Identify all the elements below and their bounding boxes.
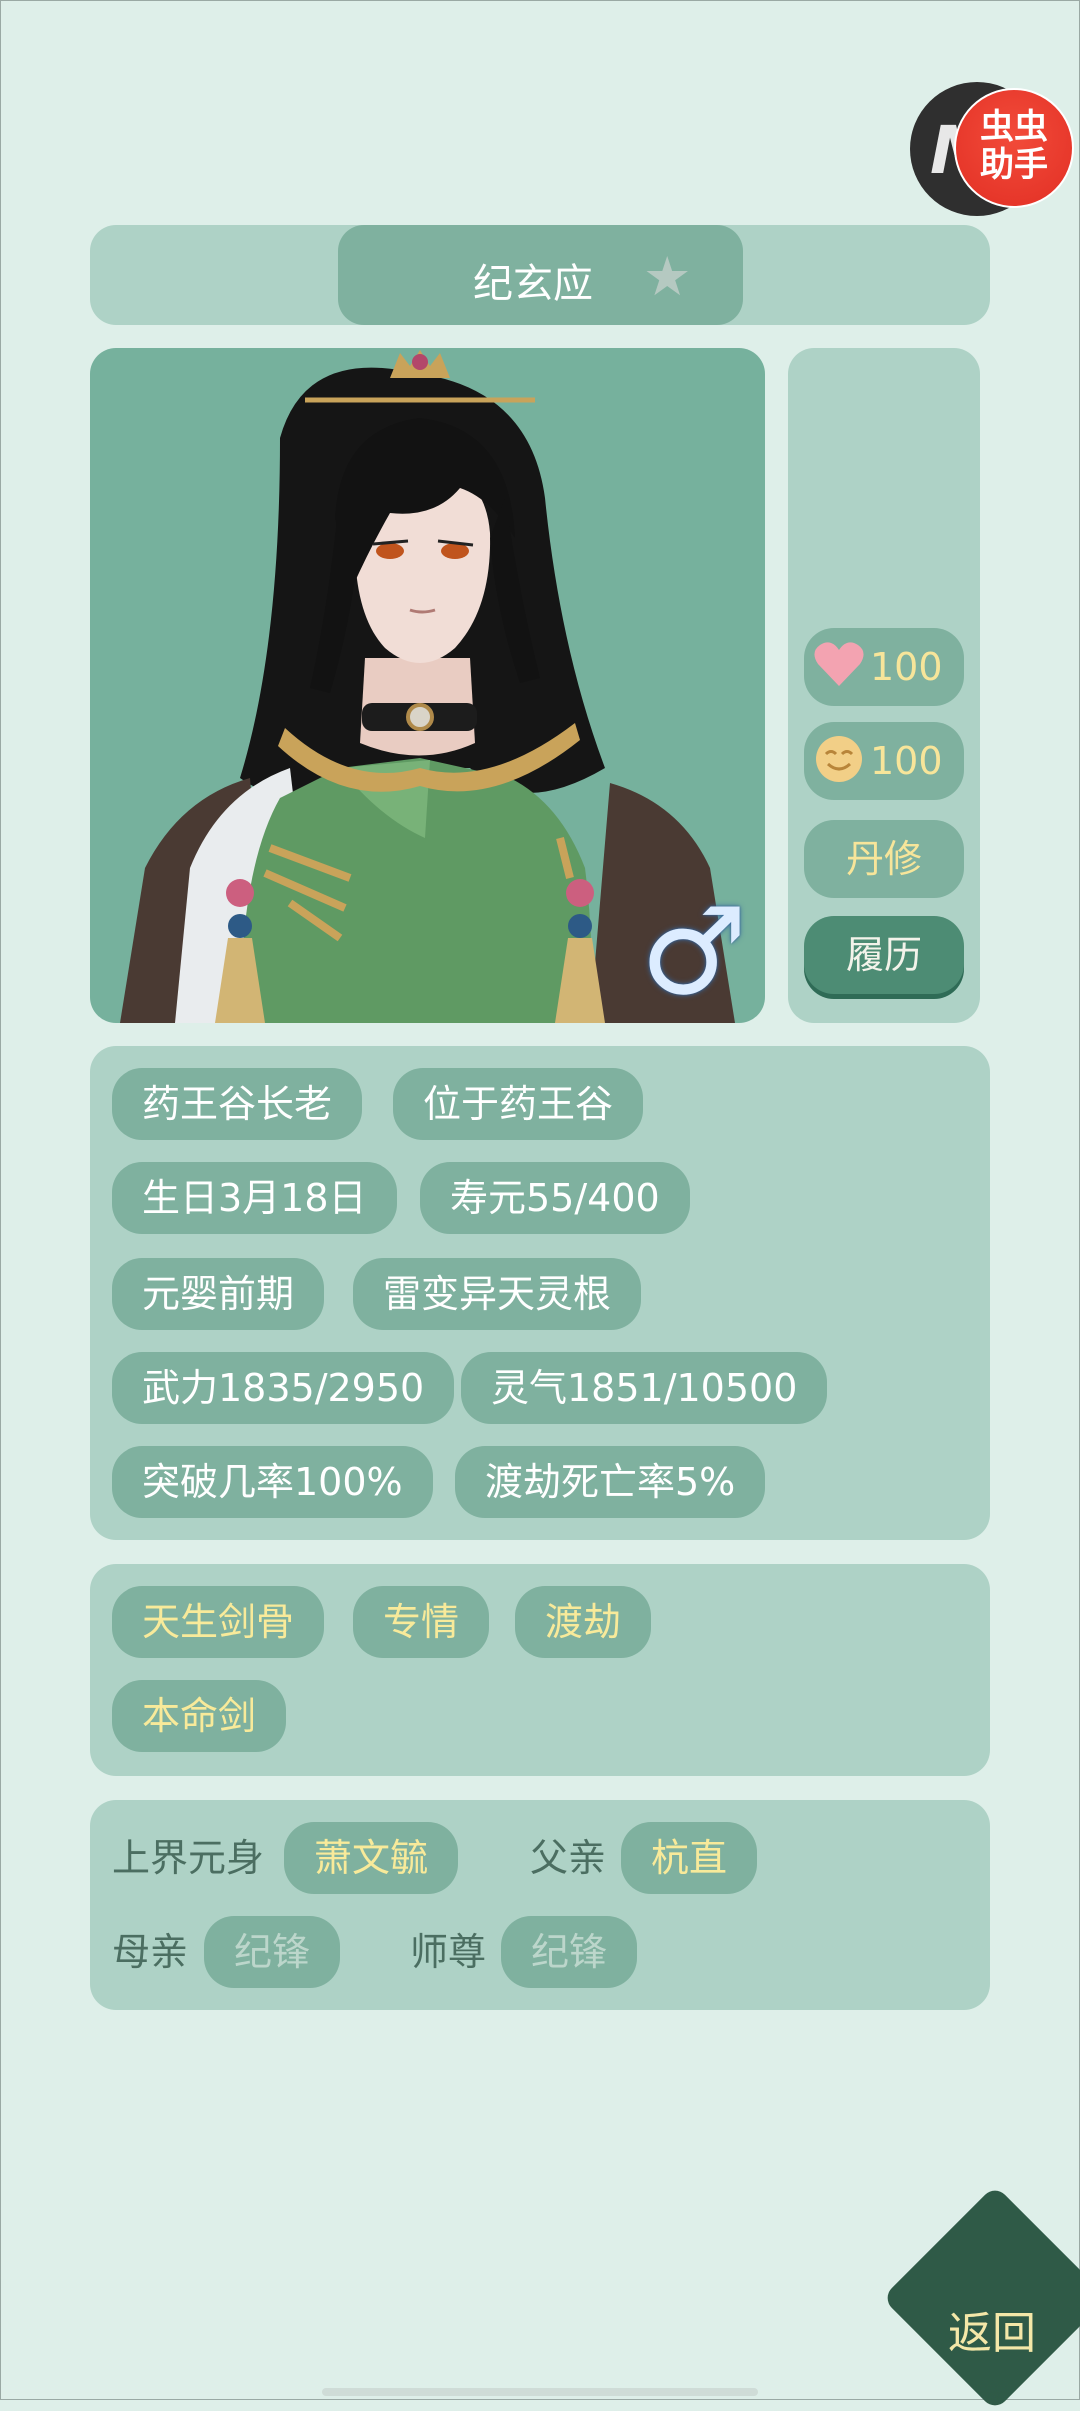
profession-label: 丹修 — [804, 820, 964, 898]
character-portrait: ♂ — [90, 348, 765, 1023]
trait-tag[interactable]: 本命剑 — [112, 1680, 287, 1752]
heart-icon — [814, 642, 864, 686]
star-icon[interactable]: ★ — [643, 245, 691, 308]
mother-label: 母亲 — [112, 1930, 189, 1974]
helper-badge-line1: 虫虫 — [980, 107, 1048, 147]
health-value: 100 — [870, 645, 943, 689]
health-pill: 100 — [804, 628, 964, 706]
character-name: 纪玄应 — [473, 261, 593, 307]
back-button-label[interactable]: 返回 — [948, 2297, 1036, 2361]
helper-badge-line2: 助手 — [980, 145, 1048, 185]
trait-tag[interactable]: 渡劫 — [515, 1586, 652, 1658]
male-gender-icon: ♂ — [640, 883, 748, 1022]
trait-tag[interactable]: 专情 — [353, 1586, 490, 1658]
father-value[interactable]: 杭直 — [621, 1822, 758, 1894]
name-bar: 纪玄应 ★ — [90, 225, 990, 325]
info-tag-location: 位于药王谷 — [393, 1068, 644, 1140]
mother-value[interactable]: 纪锋 — [204, 1916, 341, 1988]
upper-body-value[interactable]: 萧文毓 — [284, 1822, 459, 1894]
master-label: 师尊 — [410, 1930, 487, 1974]
mood-value: 100 — [870, 739, 943, 783]
smile-face-icon — [816, 736, 862, 782]
master-value[interactable]: 纪锋 — [501, 1916, 638, 1988]
traits-panel: 天生剑骨 专情 渡劫 本命剑 — [90, 1564, 990, 1776]
trait-tag[interactable]: 天生剑骨 — [112, 1586, 325, 1658]
info-panel: 药王谷长老 位于药王谷 生日3月18日 寿元55/400 元婴前期 雷变异天灵根… — [90, 1046, 990, 1540]
info-tag-birthday: 生日3月18日 — [112, 1162, 397, 1234]
name-tab: 纪玄应 ★ — [338, 225, 743, 325]
relations-panel: 上界元身 萧文毓 父亲 杭直 母亲 纪锋 师尊 纪锋 — [90, 1800, 990, 2010]
upper-body-label: 上界元身 — [112, 1836, 265, 1880]
info-tag-root: 雷变异天灵根 — [353, 1258, 642, 1330]
home-indicator[interactable] — [322, 2388, 758, 2396]
father-label: 父亲 — [530, 1836, 607, 1880]
side-stats-panel: 100 100 丹修 履历 — [788, 348, 980, 1023]
info-tag-breakthrough: 突破几率100% — [112, 1446, 433, 1518]
info-tag-title: 药王谷长老 — [112, 1068, 363, 1140]
mood-pill: 100 — [804, 722, 964, 800]
info-tag-qi: 灵气1851/10500 — [461, 1352, 828, 1424]
helper-badge[interactable]: M 虫虫 助手 — [910, 82, 1074, 216]
info-tag-lifespan: 寿元55/400 — [420, 1162, 690, 1234]
helper-badge-front: 虫虫 助手 — [954, 88, 1074, 208]
info-tag-tribulation: 渡劫死亡率5% — [455, 1446, 766, 1518]
history-button[interactable]: 履历 — [804, 916, 964, 994]
info-tag-force: 武力1835/2950 — [112, 1352, 455, 1424]
info-tag-realm: 元婴前期 — [112, 1258, 325, 1330]
